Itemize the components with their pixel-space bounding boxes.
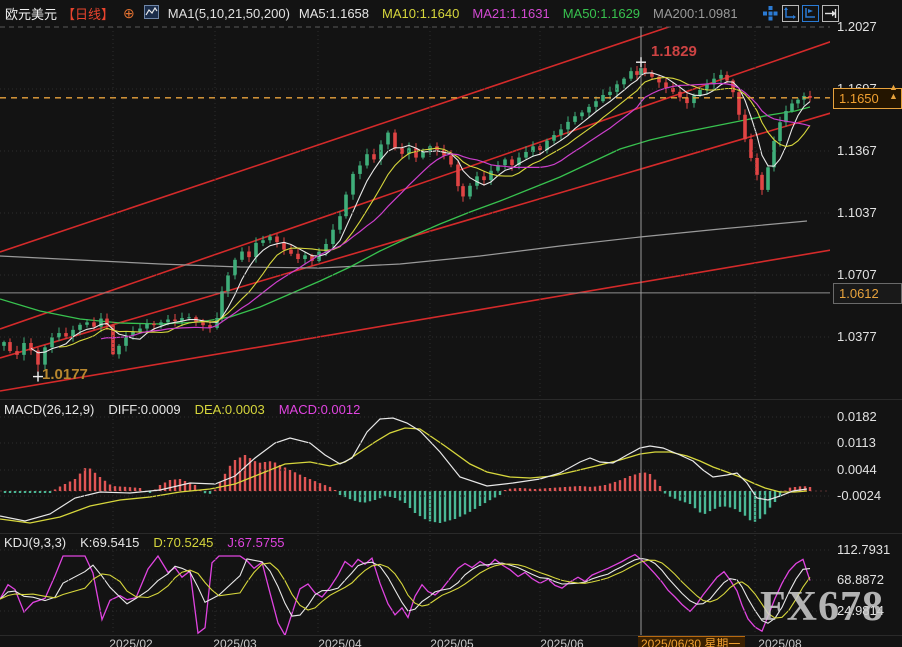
ma-value-label: MA10:1.1640 xyxy=(382,6,459,21)
exit-chart-icon[interactable] xyxy=(822,5,839,22)
ma-values: MA5:1.1658 MA10:1.1640 MA21:1.1631 MA50:1.1… xyxy=(299,6,738,21)
kdj-d-value: D:70.5245 xyxy=(153,535,213,550)
axis-tick-label: 1.0707 xyxy=(837,267,901,282)
add-indicator-icon[interactable]: ⊕ xyxy=(123,5,135,22)
chart-type-icon[interactable] xyxy=(144,5,159,22)
fx678-watermark: FX678 xyxy=(760,583,884,631)
kdj-j-value: J:67.5755 xyxy=(227,535,284,550)
chart-toolbar xyxy=(762,5,839,22)
macd-title: MACD(26,12,9) xyxy=(4,402,94,417)
kdj-label-row: KDJ(9,3,3) K:69.5415 D:70.5245 J:67.5755 xyxy=(4,535,285,550)
axis-tick-label: 0.0182 xyxy=(837,409,901,424)
ma-value-label: MA50:1.1629 xyxy=(563,6,640,21)
axis-tick-label: -0.0024 xyxy=(837,488,901,503)
kdj-title: KDJ(9,3,3) xyxy=(4,535,66,550)
axis-scale-active-icon[interactable] xyxy=(802,5,819,22)
macd-dea-value: DEA:0.0003 xyxy=(195,402,265,417)
symbol-title: 欧元美元 xyxy=(5,4,57,23)
ma-value-label: MA21:1.1631 xyxy=(472,6,549,21)
axis-tick-label: 0.0044 xyxy=(837,462,901,477)
low-price-annotation: 1.0177 xyxy=(42,366,88,383)
axis-tick-label: 1.2027 xyxy=(837,19,901,34)
macd-label-row: MACD(26,12,9) DIFF:0.0009 DEA:0.0003 MAC… xyxy=(4,402,360,417)
trading-chart-window: 欧元美元【日线】 ⊕ MA1(5,10,21,50,200) MA5:1.165… xyxy=(0,0,902,647)
date-tick-label: 2025/05 xyxy=(430,637,473,647)
axis-tick-label: 0.0113 xyxy=(837,435,901,450)
axis-tick-label: 1.1037 xyxy=(837,205,901,220)
period-label[interactable]: 【日线】 xyxy=(62,4,114,23)
chart-header: 欧元美元【日线】 ⊕ MA1(5,10,21,50,200) MA5:1.165… xyxy=(0,0,765,26)
date-tick-label: 2025/06 xyxy=(540,637,583,647)
high-price-annotation: 1.1829 xyxy=(651,43,697,60)
layout-grid-icon[interactable] xyxy=(762,5,779,22)
date-tick-label: 2025/02 xyxy=(109,637,152,647)
ma-settings-label: MA1(5,10,21,50,200) xyxy=(168,6,290,21)
macd-macd-value: MACD:0.0012 xyxy=(279,402,361,417)
price-alert-icon[interactable]: ▲▲ xyxy=(889,83,898,101)
ma-value-label: MA200:1.0981 xyxy=(653,6,738,21)
level-price-box: 1.0612 xyxy=(833,283,902,304)
macd-diff-value: DIFF:0.0009 xyxy=(108,402,180,417)
kdj-k-value: K:69.5415 xyxy=(80,535,139,550)
axis-tick-label: 1.1367 xyxy=(837,143,901,158)
axis-tick-label: 1.0377 xyxy=(837,329,901,344)
date-tick-label: 2025/08 xyxy=(758,637,801,647)
date-tick-label: 2025/04 xyxy=(318,637,361,647)
ma-value-label: MA5:1.1658 xyxy=(299,6,369,21)
axis-scale-icon[interactable] xyxy=(782,5,799,22)
crosshair-date-box: 2025/06/30 星期一 xyxy=(638,636,745,647)
axis-tick-label: 112.7931 xyxy=(837,542,901,557)
date-tick-label: 2025/03 xyxy=(213,637,256,647)
